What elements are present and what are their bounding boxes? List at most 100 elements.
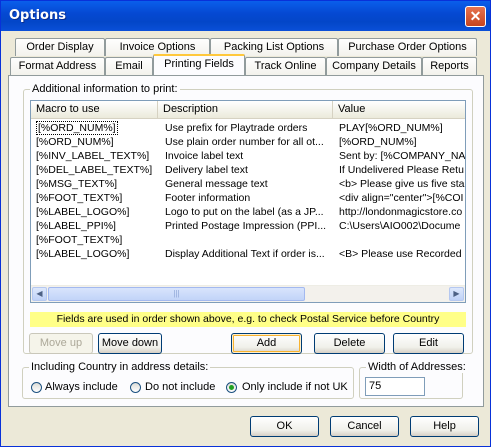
always-include-label[interactable]: Always include	[45, 381, 118, 393]
tab-order-display[interactable]: Order Display	[15, 38, 105, 56]
list-header: Macro to use Description Value	[31, 101, 465, 119]
cell-text: http://londonmagicstore.co	[339, 206, 463, 218]
title-bar[interactable]: Options ✕	[1, 1, 490, 31]
cell-macro: [%LABEL_LOGO%]	[36, 247, 160, 261]
window-title: Options	[9, 8, 66, 23]
cell-text: C:\Users\AIO002\Docume	[339, 220, 461, 232]
cell-value: http://londonmagicstore.co	[339, 205, 465, 219]
cell-macro: [%LABEL_LOGO%]	[36, 205, 160, 219]
do-not-include-label[interactable]: Do not include	[145, 381, 215, 393]
cell-text: <B> Please use Recorded	[339, 248, 462, 260]
cell-value: C:\Users\AIO002\Docume	[339, 219, 465, 233]
cell-description: Use plain order number for all ot...	[165, 135, 331, 149]
cell-text: [%FOOT_TEXT%]	[36, 192, 123, 204]
tab-track-online[interactable]: Track Online	[245, 57, 326, 75]
cancel-button[interactable]: Cancel	[330, 416, 399, 437]
cell-text: [%ORD_NUM%]	[36, 121, 118, 135]
horizontal-scrollbar[interactable]: ◀ ||| ▶	[31, 285, 465, 302]
cell-text: [%DEL_LABEL_TEXT%]	[36, 164, 153, 176]
cell-text: If Undelivered Please Retu	[339, 164, 464, 176]
list-item[interactable]: [%ORD_NUM%] Use plain order number for al…	[31, 135, 465, 149]
cell-text: Footer information	[165, 192, 251, 204]
list-item[interactable]: [%LABEL_LOGO%] Display Additional Text if…	[31, 247, 465, 261]
move-up-button[interactable]: Move up	[29, 333, 93, 354]
cell-macro: [%FOOT_TEXT%]	[36, 233, 160, 247]
do-not-include-radio[interactable]	[130, 382, 141, 393]
cell-value: <div align="center">[%COI	[339, 191, 465, 205]
order-note: Fields are used in order shown above, e.…	[30, 312, 466, 327]
scroll-right-icon[interactable]: ▶	[449, 287, 464, 301]
cell-macro: [%DEL_LABEL_TEXT%]	[36, 163, 160, 177]
cell-macro: [%MSG_TEXT%]	[36, 177, 160, 191]
cell-text: [%INV_LABEL_TEXT%]	[36, 150, 150, 162]
cell-value: <b> Please give us five sta	[339, 177, 465, 191]
tab-reports[interactable]: Reports	[422, 57, 477, 75]
help-button[interactable]: Help	[410, 416, 479, 437]
cell-text: Use plain order number for all ot...	[165, 136, 324, 148]
cell-description: Invoice label text	[165, 149, 331, 163]
column-header-macro[interactable]: Macro to use	[31, 101, 158, 118]
cell-macro: [%LABEL_PPI%]	[36, 219, 160, 233]
tab-email[interactable]: Email	[105, 57, 153, 75]
move-down-button[interactable]: Move down	[98, 333, 162, 354]
close-icon[interactable]: ✕	[465, 6, 486, 27]
cell-text: [%LABEL_PPI%]	[36, 220, 116, 232]
width-input[interactable]: 75	[365, 377, 425, 396]
column-header-description[interactable]: Description	[158, 101, 333, 118]
country-group-label: Including Country in address details:	[29, 361, 211, 373]
cell-description: Use prefix for Playtrade orders	[165, 121, 331, 135]
cell-description: Delivery label text	[165, 163, 331, 177]
cell-description	[165, 233, 331, 247]
cell-text: [%FOOT_TEXT%]	[36, 234, 123, 246]
cell-macro: [%INV_LABEL_TEXT%]	[36, 149, 160, 163]
cell-value: If Undelivered Please Retu	[339, 163, 465, 177]
list-item[interactable]: [%FOOT_TEXT%]	[31, 233, 465, 247]
width-group-label: Width of Addresses:	[366, 361, 468, 373]
tab-format-address[interactable]: Format Address	[10, 57, 105, 75]
list-item[interactable]: [%FOOT_TEXT%] Footer information <div alig…	[31, 191, 465, 205]
cell-text: Logo to put on the label (as a JP...	[165, 206, 324, 218]
cell-macro: [%FOOT_TEXT%]	[36, 191, 160, 205]
only-include-if-not-uk-radio[interactable]	[226, 382, 237, 393]
cell-description: Printed Postage Impression (PPI...	[165, 219, 331, 233]
edit-button[interactable]: Edit	[393, 333, 464, 354]
cell-text: Delivery label text	[165, 164, 248, 176]
list-item[interactable]: [%LABEL_LOGO%] Logo to put on the label (…	[31, 205, 465, 219]
list-item[interactable]: [%LABEL_PPI%] Printed Postage Impression …	[31, 219, 465, 233]
scroll-thumb[interactable]: |||	[48, 287, 305, 301]
cell-text: [%ORD_NUM%]	[339, 136, 417, 148]
cell-macro: [%ORD_NUM%]	[36, 121, 160, 135]
list-item[interactable]: [%INV_LABEL_TEXT%] Invoice label text Sent…	[31, 149, 465, 163]
cell-description: Logo to put on the label (as a JP...	[165, 205, 331, 219]
cell-value: PLAY[%ORD_NUM%]	[339, 121, 465, 135]
cell-description: Display Additional Text if order is...	[165, 247, 331, 261]
cell-text: [%ORD_NUM%]	[36, 136, 114, 148]
cell-text: [%LABEL_LOGO%]	[36, 206, 130, 218]
cell-text: [%MSG_TEXT%]	[36, 178, 118, 190]
additional-info-label: Additional information to print:	[30, 83, 180, 95]
scroll-left-icon[interactable]: ◀	[32, 287, 47, 301]
tab-company-details[interactable]: Company Details	[326, 57, 422, 75]
cell-text: <b> Please give us five sta	[339, 178, 465, 190]
delete-button[interactable]: Delete	[314, 333, 385, 354]
cell-value	[339, 233, 465, 247]
cell-value: Sent by: [%COMPANY_NA	[339, 149, 465, 163]
column-header-value[interactable]: Value	[333, 101, 465, 118]
macro-list[interactable]: Macro to use Description Value [%ORD_NUM…	[30, 100, 466, 303]
list-item[interactable]: [%ORD_NUM%] Use prefix for Playtrade orde…	[31, 121, 465, 135]
ok-button[interactable]: OK	[250, 416, 319, 437]
list-item[interactable]: [%MSG_TEXT%] General message text <b> Plea…	[31, 177, 465, 191]
add-button[interactable]: Add	[231, 333, 302, 354]
tab-purchase-order-options[interactable]: Purchase Order Options	[338, 38, 477, 56]
cell-value: [%ORD_NUM%]	[339, 135, 465, 149]
cell-text: Invoice label text	[165, 150, 244, 162]
only-include-if-not-uk-label[interactable]: Only include if not UK	[242, 381, 348, 393]
cell-text: PLAY[%ORD_NUM%]	[339, 122, 443, 134]
always-include-radio[interactable]	[31, 382, 42, 393]
cell-macro: [%ORD_NUM%]	[36, 135, 160, 149]
cell-text: Use prefix for Playtrade orders	[165, 122, 308, 134]
tab-printing-fields[interactable]: Printing Fields	[153, 54, 245, 75]
cell-value: <B> Please use Recorded	[339, 247, 465, 261]
cell-text: General message text	[165, 178, 268, 190]
list-item[interactable]: [%DEL_LABEL_TEXT%] Delivery label text If …	[31, 163, 465, 177]
